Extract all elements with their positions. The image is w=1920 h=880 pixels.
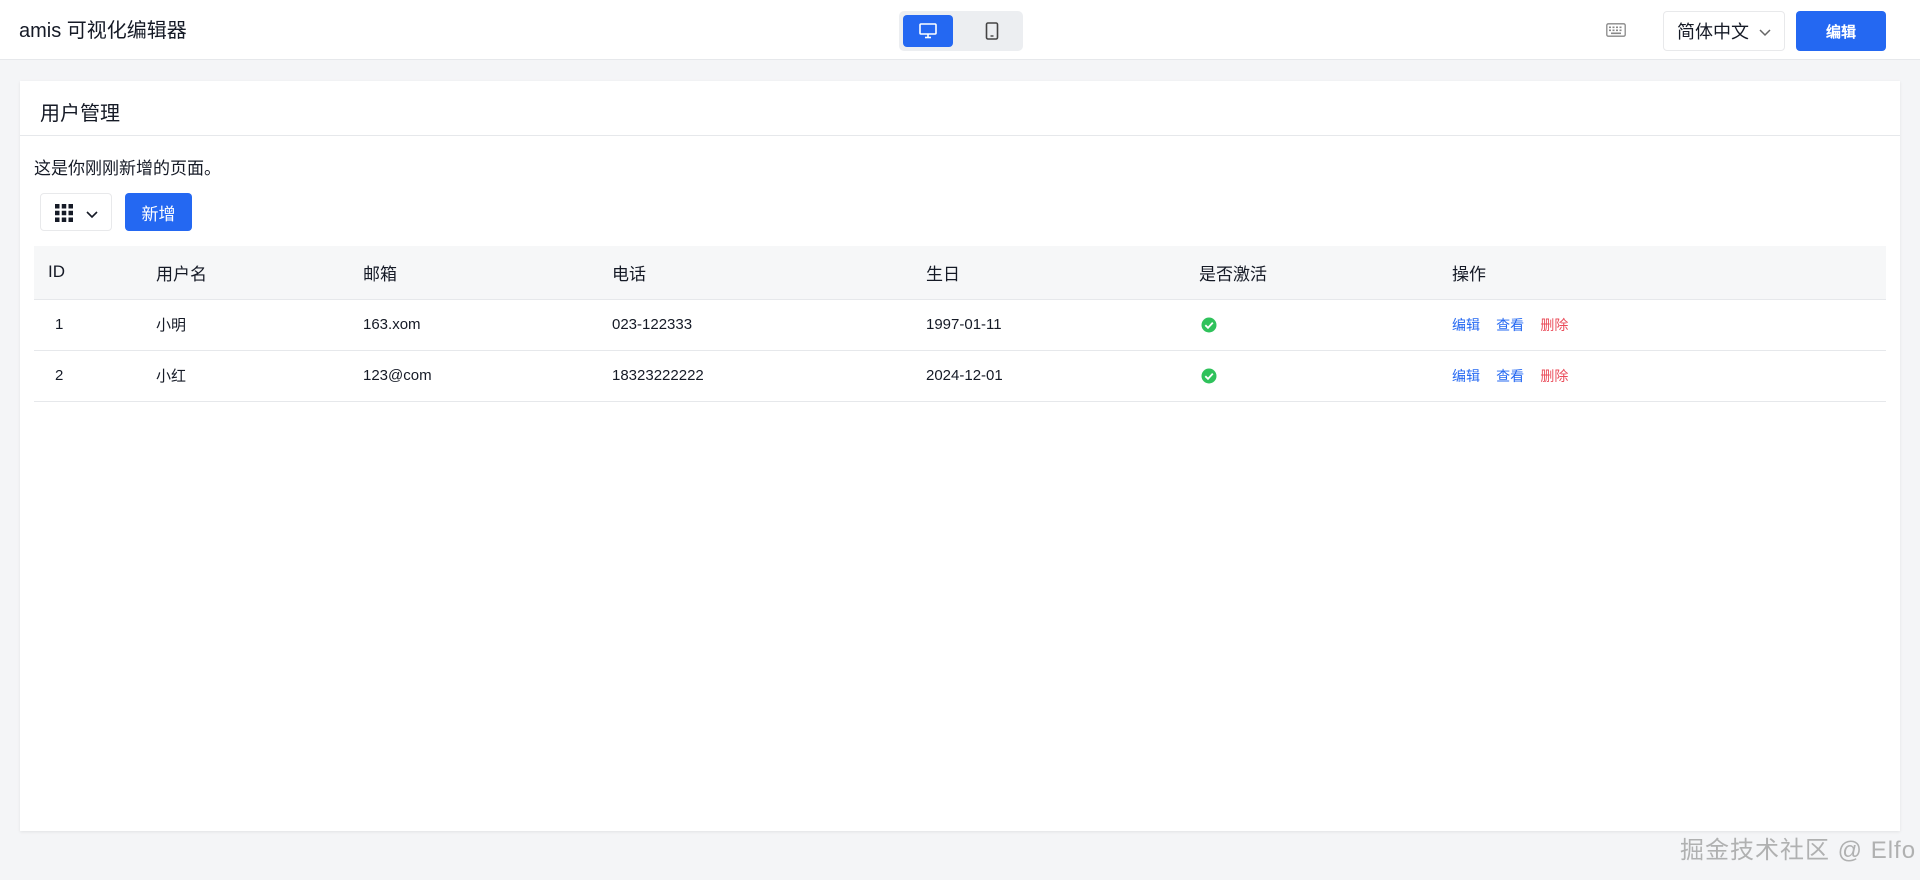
page-card: 用户管理 这是你刚刚新增的页面。 新增 ID 用户名 邮箱 电话 生日 是否激活…	[20, 81, 1900, 831]
keyboard-icon[interactable]	[1606, 22, 1626, 38]
cell-email: 123@com	[363, 350, 612, 402]
column-header-username[interactable]: 用户名	[156, 246, 363, 300]
row-edit-link[interactable]: 编辑	[1452, 368, 1480, 384]
pc-preview-button[interactable]	[903, 15, 953, 47]
cell-phone: 18323222222	[612, 350, 926, 402]
columns-toggle-button[interactable]	[40, 193, 112, 231]
check-circle-icon	[1199, 317, 1217, 333]
column-header-active[interactable]: 是否激活	[1199, 246, 1452, 300]
cell-birthday: 1997-01-11	[926, 299, 1199, 351]
page-description: 这是你刚刚新增的页面。	[34, 159, 221, 178]
column-header-actions[interactable]: 操作	[1452, 246, 1886, 300]
cell-active	[1199, 350, 1452, 402]
column-header-phone[interactable]: 电话	[612, 246, 926, 300]
row-view-link[interactable]: 查看	[1496, 368, 1524, 384]
cell-birthday: 2024-12-01	[926, 350, 1199, 402]
mobile-preview-button[interactable]	[967, 15, 1017, 47]
edit-button[interactable]: 编辑	[1796, 11, 1886, 51]
monitor-icon	[919, 23, 937, 39]
table-row: 1 小明 163.xom 023-122333 1997-01-11 编辑 查看…	[34, 299, 1886, 351]
grid-icon	[55, 204, 73, 222]
check-circle-icon	[1199, 368, 1217, 384]
chevron-down-icon	[1759, 29, 1771, 37]
row-delete-link[interactable]: 删除	[1540, 317, 1568, 333]
cell-actions: 编辑 查看 删除	[1452, 350, 1886, 402]
cell-email: 163.xom	[363, 299, 612, 351]
row-edit-link[interactable]: 编辑	[1452, 317, 1480, 333]
watermark: 掘金技术社区 @ Elfo	[1680, 837, 1917, 864]
cell-username: 小明	[156, 299, 363, 351]
app-title: amis 可视化编辑器	[19, 20, 187, 42]
page-title: 用户管理	[40, 103, 120, 125]
cell-id: 2	[34, 350, 156, 402]
device-switch	[899, 11, 1023, 51]
chevron-down-icon	[86, 211, 98, 219]
table-row: 2 小红 123@com 18323222222 2024-12-01 编辑 查…	[34, 350, 1886, 402]
row-view-link[interactable]: 查看	[1496, 317, 1524, 333]
row-delete-link[interactable]: 删除	[1540, 368, 1568, 384]
table-header-row: ID 用户名 邮箱 电话 生日 是否激活 操作	[34, 246, 1886, 300]
cell-id: 1	[34, 299, 156, 351]
page-header: 用户管理	[20, 81, 1900, 136]
language-select[interactable]: 简体中文	[1663, 11, 1785, 51]
language-value: 简体中文	[1677, 22, 1749, 42]
cell-active	[1199, 299, 1452, 351]
tablet-icon	[985, 22, 999, 40]
column-header-id[interactable]: ID	[34, 246, 156, 300]
cell-phone: 023-122333	[612, 299, 926, 351]
top-header: amis 可视化编辑器 简体中文 编辑	[0, 0, 1920, 60]
column-header-email[interactable]: 邮箱	[363, 246, 612, 300]
user-table: ID 用户名 邮箱 电话 生日 是否激活 操作 1 小明 163.xom 023…	[34, 246, 1886, 402]
column-header-birthday[interactable]: 生日	[926, 246, 1199, 300]
cell-actions: 编辑 查看 删除	[1452, 299, 1886, 351]
add-button[interactable]: 新增	[125, 193, 192, 231]
cell-username: 小红	[156, 350, 363, 402]
